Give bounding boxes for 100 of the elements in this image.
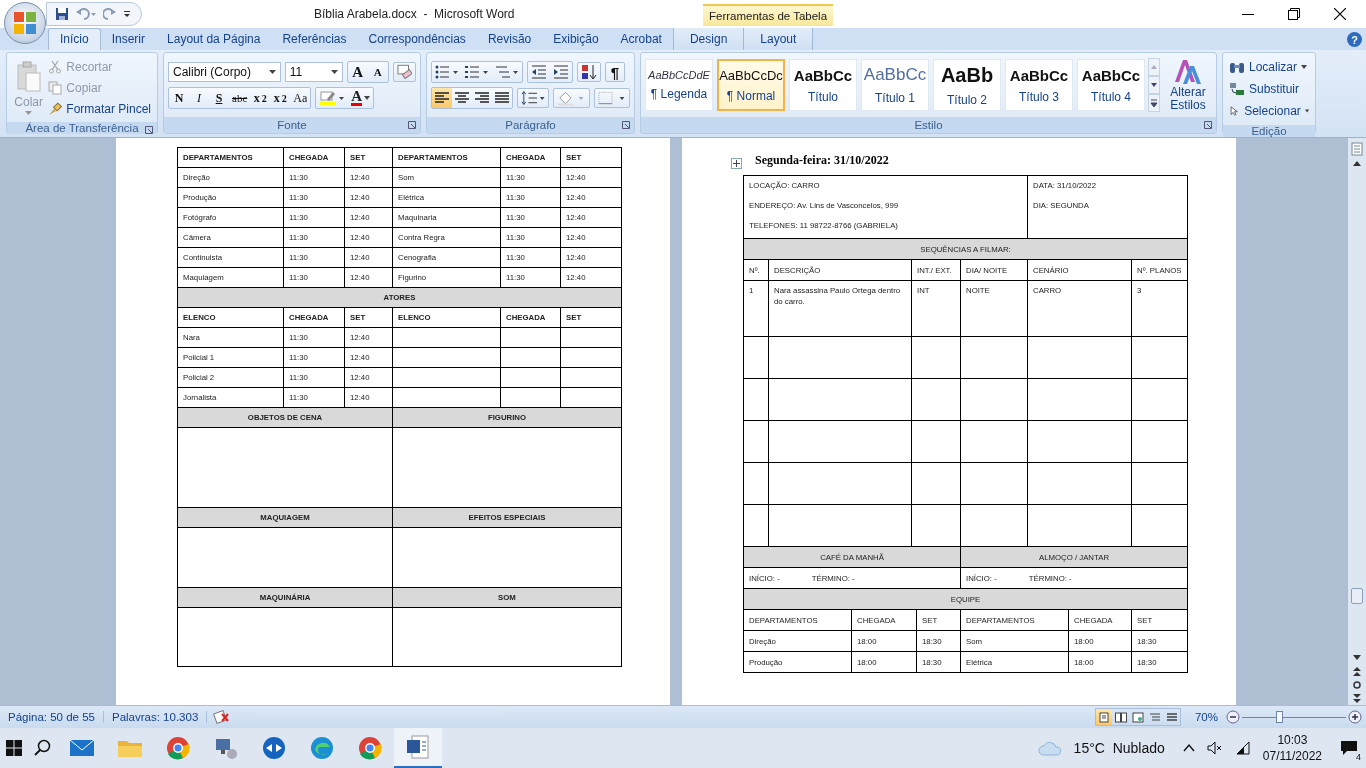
- ribbon-tab[interactable]: Layout: [743, 28, 814, 50]
- editing-button[interactable]: Selecionar: [1227, 100, 1311, 122]
- format-button[interactable]: N: [169, 88, 189, 108]
- circle-icon: [357, 735, 383, 761]
- outdent-icon: [531, 65, 547, 79]
- page-view-icon: [1148, 711, 1161, 723]
- page-view-icon: [1165, 711, 1178, 723]
- ribbon-tab[interactable]: Design: [672, 28, 744, 50]
- browse-object-icon[interactable]: [1351, 679, 1363, 691]
- word-count[interactable]: Palavras: 10.303: [103, 711, 208, 723]
- ribbon-tab[interactable]: Correspondências: [357, 28, 477, 50]
- font-color-button[interactable]: A: [348, 88, 374, 108]
- grow-font-button[interactable]: A: [347, 62, 368, 82]
- ribbon-tab[interactable]: Inserir: [100, 28, 157, 50]
- circle-icon: [261, 735, 287, 761]
- scissors-icon: [48, 59, 63, 74]
- scroll-down-icon[interactable]: [1148, 76, 1160, 94]
- contextual-tab-group: Ferramentas de Tabela: [703, 4, 834, 26]
- previous-page-icon[interactable]: [1351, 665, 1363, 677]
- ribbon-tab[interactable]: Acrobat: [609, 28, 673, 50]
- style-tile[interactable]: AaBbCc Título: [789, 59, 857, 111]
- view-button[interactable]: [1112, 709, 1129, 725]
- style-tile[interactable]: AaBbCc Título 3: [1005, 59, 1073, 111]
- letters-icon: [1173, 58, 1203, 86]
- line-spacing-button[interactable]: [517, 88, 550, 108]
- dialog-launcher-icon[interactable]: [622, 121, 630, 129]
- dialog-launcher-icon[interactable]: [1204, 121, 1212, 129]
- format-button[interactable]: I: [189, 88, 209, 108]
- vertical-scrollbar[interactable]: [1348, 138, 1366, 705]
- chevron-up-icon[interactable]: [1182, 743, 1195, 753]
- taskbar-app[interactable]: [394, 728, 442, 768]
- close-icon[interactable]: [1334, 8, 1346, 20]
- style-tile[interactable]: AaBbCc Título 4: [1077, 59, 1145, 111]
- restore-icon[interactable]: [1288, 8, 1300, 20]
- format-button[interactable]: abc: [229, 88, 251, 108]
- multilevel-list-icon: [495, 65, 519, 79]
- editing-button[interactable]: Localizar: [1227, 56, 1311, 78]
- font-size-field[interactable]: 11: [284, 62, 343, 82]
- change-styles-button[interactable]: Alterar Estilos: [1164, 58, 1212, 112]
- ribbon-tab[interactable]: Layout da Página: [156, 28, 272, 50]
- speaker-muted-icon[interactable]: [1206, 741, 1223, 755]
- borders-button[interactable]: [593, 88, 630, 108]
- clock-time[interactable]: 10:03: [1277, 732, 1308, 748]
- wifi-icon[interactable]: [1234, 741, 1251, 755]
- weather-text[interactable]: 15°C Nublado: [1073, 740, 1165, 756]
- caret-icon: [1301, 65, 1308, 69]
- font-name-field[interactable]: Calibri (Corpo): [168, 62, 281, 82]
- zoom-in-icon[interactable]: [1348, 710, 1362, 724]
- dialog-launcher-icon[interactable]: [145, 126, 153, 134]
- proofing-icon[interactable]: [213, 710, 232, 724]
- line-spacing-icon: [521, 91, 546, 105]
- search-icon[interactable]: [34, 739, 52, 757]
- sort-button[interactable]: [577, 62, 601, 82]
- circle-icon: [309, 735, 335, 761]
- caret-icon: [1304, 109, 1309, 113]
- show-marks-button[interactable]: ¶: [605, 62, 625, 82]
- align-button[interactable]: [432, 88, 452, 108]
- paint-bucket-icon: [557, 90, 586, 106]
- style-tile[interactable]: AaBb Título 2: [933, 59, 1001, 111]
- shrink-font-button[interactable]: A: [367, 62, 388, 82]
- format-button[interactable]: Aa: [290, 88, 311, 108]
- zoom-level[interactable]: 70%: [1194, 711, 1218, 723]
- clock-date[interactable]: 07/11/2022: [1262, 748, 1322, 764]
- caret-icon: [268, 70, 276, 74]
- more-icon[interactable]: [1148, 94, 1160, 112]
- squares-logo-icon: [12, 10, 38, 36]
- undo-icon[interactable]: [75, 7, 97, 21]
- clear-format-button[interactable]: [392, 62, 416, 82]
- dialog-launcher-icon[interactable]: [408, 121, 416, 129]
- office-button[interactable]: [4, 2, 46, 44]
- brush-icon: [48, 101, 63, 116]
- clipboard-button[interactable]: Formatar Pincel: [46, 98, 153, 119]
- caret-icon: [330, 70, 338, 74]
- style-tile[interactable]: AaBbCc Título 1: [861, 59, 929, 111]
- table-move-handle-icon[interactable]: [731, 158, 742, 169]
- align-right-icon: [475, 92, 489, 104]
- page-count[interactable]: Página: 50 de 55: [0, 711, 104, 723]
- bullet-list-icon: [435, 65, 459, 79]
- style-tile[interactable]: AaBbCcDdE ¶ Legenda: [645, 59, 713, 111]
- ribbon-tab[interactable]: Início: [48, 28, 101, 50]
- format-button[interactable]: S: [209, 88, 229, 108]
- zoom-slider-thumb[interactable]: [1276, 711, 1284, 723]
- style-tile[interactable]: AaBbCcDc ¶ Normal: [717, 59, 785, 111]
- ribbon-tab[interactable]: Exibição: [542, 28, 610, 50]
- group-label: Fonte: [277, 119, 307, 131]
- save-icon[interactable]: [55, 7, 69, 21]
- window-title: Bíblia Arabela.docx - Microsoft Word: [314, 7, 515, 21]
- group-label: Edição: [1251, 125, 1287, 137]
- zoom-out-icon[interactable]: [1226, 710, 1240, 724]
- notification-badge: 4: [1354, 752, 1363, 762]
- redo-icon[interactable]: [103, 7, 117, 21]
- ribbon-tab[interactable]: Referências: [271, 28, 358, 50]
- indent-icon: [553, 65, 569, 79]
- ribbon-tab[interactable]: Revisão: [476, 28, 543, 50]
- editing-button[interactable]: Substituir: [1227, 78, 1311, 100]
- help-button[interactable]: ?: [1347, 32, 1362, 47]
- scrollbar-thumb[interactable]: [1351, 588, 1363, 604]
- customize-icon[interactable]: [123, 9, 131, 19]
- start-icon[interactable]: [6, 740, 22, 756]
- border-icon: [597, 91, 626, 105]
